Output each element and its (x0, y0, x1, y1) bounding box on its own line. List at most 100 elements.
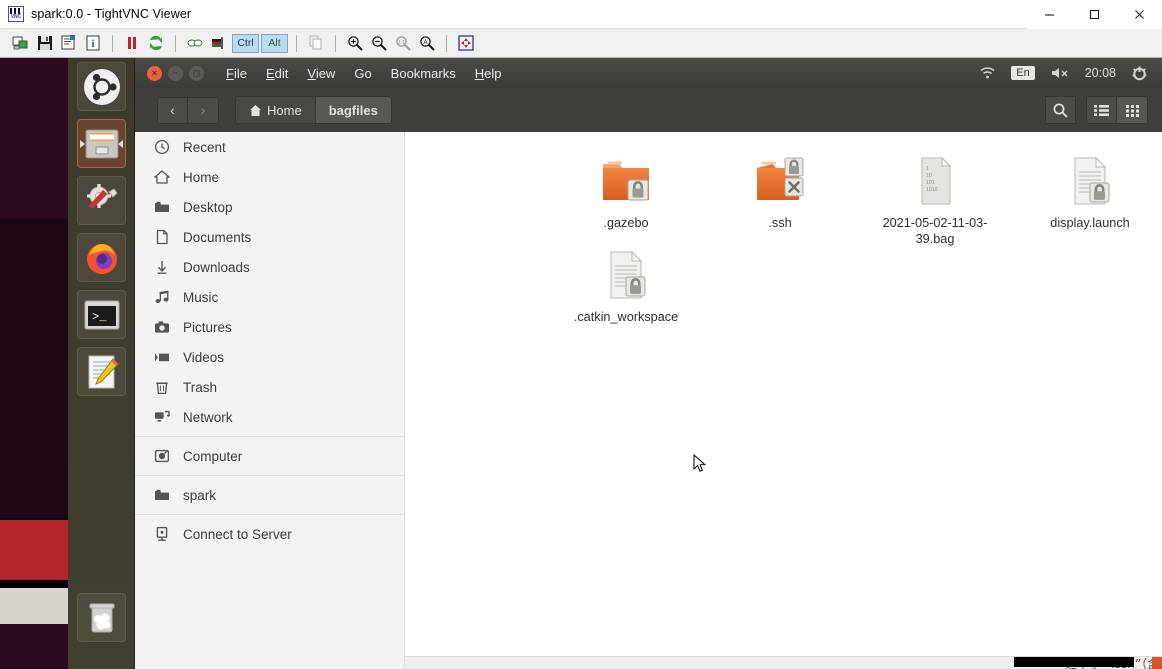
launcher-item-system-settings[interactable] (77, 176, 126, 225)
file-list-view[interactable]: .gazebo .ssh 1 10 101 1010 2021-05-02-11… (405, 132, 1162, 669)
zoom-auto-icon[interactable]: A (416, 32, 438, 54)
info-icon[interactable]: i (82, 32, 104, 54)
sidebar-item-videos[interactable]: Videos (135, 342, 404, 372)
path-bar: ‹ › Home bagfiles (135, 88, 1162, 132)
sidebar-item-trash[interactable]: Trash (135, 372, 404, 402)
sidebar-item-computer[interactable]: Computer (135, 441, 404, 471)
window-maximize-button[interactable]: ◻ (189, 65, 204, 81)
ctrl-alt-del-icon[interactable] (184, 32, 206, 54)
grid-view-button[interactable] (1117, 96, 1148, 124)
file-manager-window: × − ◻ File Edit View Go Bookmarks Help E… (135, 58, 1162, 669)
launcher-item-dash-home[interactable] (77, 62, 126, 111)
menu-edit[interactable]: Edit (266, 66, 288, 81)
sidebar-item-network[interactable]: Network (135, 402, 404, 432)
folder-icon (153, 487, 170, 504)
menu-help[interactable]: Help (475, 66, 502, 81)
screen: VNC spark:0.0 - TightVNC Viewer i Ctrl A… (0, 0, 1162, 669)
list-view-icon (1094, 104, 1109, 116)
search-icon (1053, 103, 1068, 118)
home-icon (250, 104, 261, 116)
options-icon[interactable] (58, 32, 80, 54)
floppy-save-icon[interactable] (34, 32, 56, 54)
background-window-edge-mid (0, 218, 68, 518)
view-mode-toggle (1086, 96, 1148, 124)
file-item[interactable]: .ssh (705, 148, 855, 231)
sidebar-item-recent[interactable]: Recent (135, 132, 404, 162)
file-item[interactable]: .gazebo (551, 148, 701, 231)
gear-power-icon[interactable] (1131, 65, 1148, 82)
sidebar-item-label: Computer (183, 448, 243, 464)
sidebar-item-connect-to-server[interactable]: Connect to Server (135, 519, 404, 549)
ctrl-toggle[interactable]: Ctrl (232, 33, 259, 53)
window-close-button[interactable]: × (147, 65, 162, 81)
copy-icon[interactable] (305, 32, 327, 54)
sidebar-item-desktop[interactable]: Desktop (135, 192, 404, 222)
launcher-item-trash[interactable] (77, 593, 126, 642)
file-name-label: display.launch (1050, 216, 1130, 230)
list-view-button[interactable] (1086, 96, 1117, 124)
new-connection-icon[interactable] (10, 32, 32, 54)
launcher-item-files[interactable] (77, 119, 126, 168)
text-file-locked-icon (1015, 148, 1162, 210)
launcher-item-terminal[interactable]: >_ (77, 290, 126, 339)
file-item[interactable]: 1 10 101 1010 2021-05-02-11-03-39.bag (860, 148, 1010, 247)
forward-button[interactable]: › (188, 96, 219, 124)
clock[interactable]: 20:08 (1085, 66, 1116, 80)
terminal-icon: >_ (84, 300, 119, 329)
breadcrumb-bagfiles[interactable]: bagfiles (315, 96, 392, 124)
close-button[interactable] (1117, 0, 1162, 29)
breadcrumb-home[interactable]: Home (235, 96, 316, 124)
sidebar-item-home[interactable]: Home (135, 162, 404, 192)
sidebar-item-spark[interactable]: spark (135, 480, 404, 510)
background-window-edge-top (0, 58, 68, 218)
file-item[interactable]: .catkin_workspace (551, 242, 701, 325)
zoom-out-icon[interactable] (368, 32, 390, 54)
sidebar-item-pictures[interactable]: Pictures (135, 312, 404, 342)
launcher-item-firefox[interactable] (77, 233, 126, 282)
sidebar-item-documents[interactable]: Documents (135, 222, 404, 252)
launcher-item-text-editor[interactable] (77, 347, 126, 396)
file-item[interactable]: display.launch (1015, 148, 1162, 231)
sidebar-item-label: Network (183, 409, 233, 425)
background-window-edge-red (0, 520, 68, 580)
folder-icon (153, 199, 170, 216)
zoom-in-icon[interactable] (344, 32, 366, 54)
fullscreen-icon[interactable] (455, 32, 477, 54)
wifi-icon[interactable] (979, 66, 996, 80)
volume-muted-icon[interactable] (1050, 66, 1070, 80)
file-name-label: .ssh (768, 216, 792, 230)
menu-view[interactable]: View (307, 66, 335, 81)
pause-icon[interactable] (121, 32, 143, 54)
sidebar-item-label: spark (183, 487, 217, 503)
window-title-bar: × − ◻ File Edit View Go Bookmarks Help E… (135, 58, 1162, 88)
refresh-icon[interactable] (145, 32, 167, 54)
sidebar-separator (135, 475, 404, 476)
ctrl-esc-icon[interactable] (208, 32, 230, 54)
sidebar-item-downloads[interactable]: Downloads (135, 252, 404, 282)
window-minimize-button[interactable]: − (168, 65, 183, 81)
zoom-100-icon[interactable]: 1:1 (392, 32, 414, 54)
maximize-button[interactable] (1072, 0, 1117, 29)
toolbar-separator (112, 34, 113, 52)
sidebar-item-music[interactable]: Music (135, 282, 404, 312)
back-button[interactable]: ‹ (157, 96, 188, 124)
grid-view-icon (1125, 104, 1139, 117)
menu-go[interactable]: Go (354, 66, 371, 81)
alt-toggle[interactable]: Alt (261, 33, 288, 53)
folder-locked-blocked-icon (705, 148, 855, 210)
keyboard-layout-indicator[interactable]: En (1011, 66, 1035, 80)
video-icon (153, 349, 170, 366)
document-icon (153, 229, 170, 246)
sidebar-item-label: Desktop (183, 199, 233, 215)
file-name-label: .gazebo (603, 216, 649, 230)
search-button[interactable] (1045, 96, 1076, 124)
status-bar: 选中了 “.ssh”（含有 1 项） (405, 656, 1162, 669)
home-icon (153, 169, 170, 186)
menu-bookmarks[interactable]: Bookmarks (391, 66, 456, 81)
menu-file[interactable]: File (226, 66, 247, 81)
server-icon (153, 526, 170, 543)
music-icon (153, 289, 170, 306)
svg-text:>_: >_ (92, 310, 107, 324)
folder-locked-icon (551, 148, 701, 210)
minimize-button[interactable] (1027, 0, 1072, 29)
